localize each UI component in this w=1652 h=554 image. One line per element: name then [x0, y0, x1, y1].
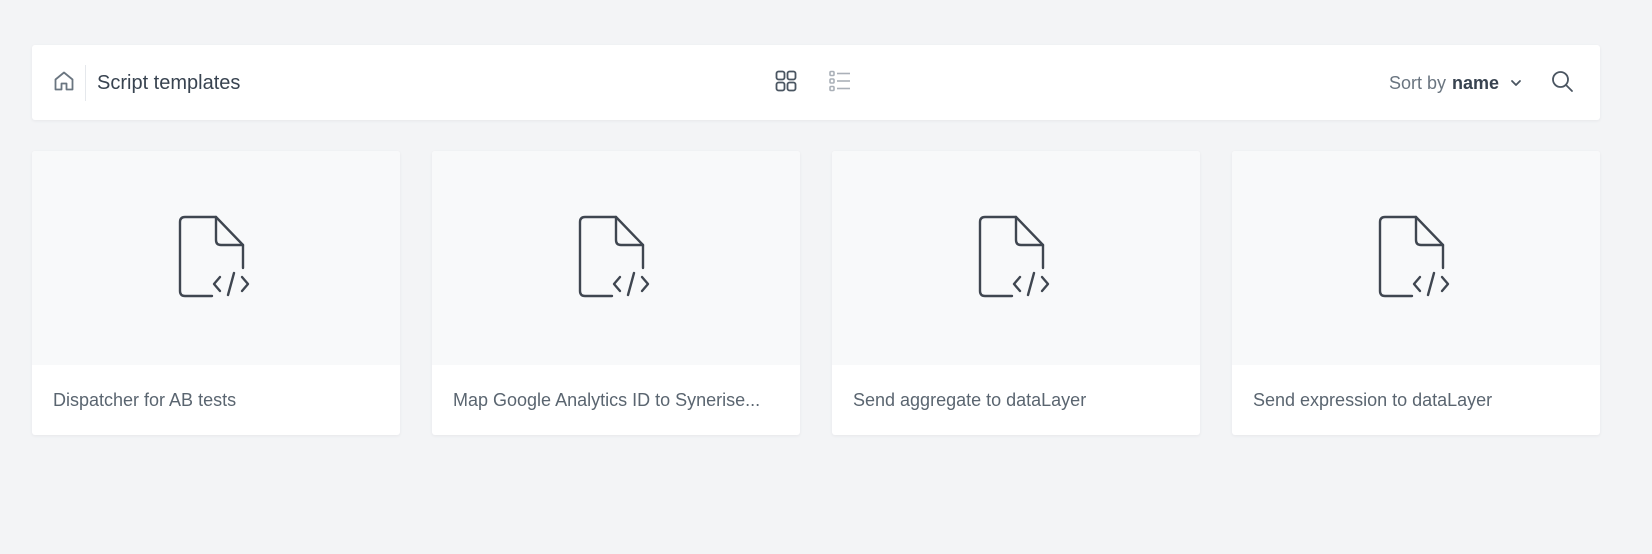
template-card[interactable]: Dispatcher for AB tests — [32, 151, 400, 435]
code-file-icon — [976, 214, 1056, 303]
card-preview — [32, 151, 400, 365]
template-card[interactable]: Send aggregate to dataLayer — [832, 151, 1200, 435]
template-grid: Dispatcher for AB tests Map Google Analy… — [32, 151, 1600, 435]
sort-label: Sort by — [1388, 73, 1446, 93]
search-button[interactable] — [1546, 67, 1578, 99]
chevron-down-icon — [1509, 76, 1523, 90]
card-title: Map Google Analytics ID to Synerise... — [453, 390, 761, 410]
search-icon — [1550, 69, 1574, 98]
list-view-icon — [828, 69, 852, 98]
grid-view-icon — [774, 69, 798, 98]
template-card[interactable]: Send expression to dataLayer — [1232, 151, 1600, 435]
code-file-icon — [1376, 214, 1456, 303]
code-file-icon — [576, 214, 656, 303]
home-button[interactable] — [48, 67, 80, 99]
card-preview — [832, 151, 1200, 365]
home-icon — [52, 69, 76, 98]
code-file-icon — [176, 214, 256, 303]
card-title: Send expression to dataLayer — [1253, 390, 1493, 410]
card-preview — [432, 151, 800, 365]
card-title: Send aggregate to dataLayer — [853, 390, 1087, 410]
grid-view-button[interactable] — [770, 65, 802, 101]
template-card[interactable]: Map Google Analytics ID to Synerise... — [432, 151, 800, 435]
header-divider — [85, 65, 86, 101]
sort-value: name — [1451, 73, 1499, 93]
card-title: Dispatcher for AB tests — [53, 390, 237, 410]
page-header: Script templates Sort by name — [32, 45, 1600, 120]
list-view-button[interactable] — [824, 65, 856, 101]
view-mode-toggle — [770, 65, 856, 101]
card-preview — [1232, 151, 1600, 365]
sort-dropdown[interactable]: Sort by name — [1389, 71, 1523, 95]
page-title: Script templates — [97, 72, 241, 94]
